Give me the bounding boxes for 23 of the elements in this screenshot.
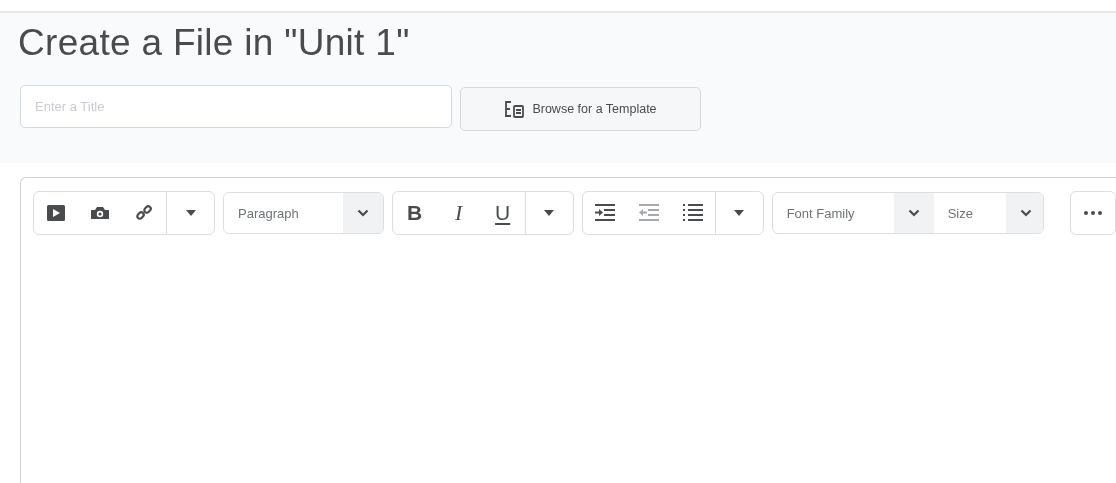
play-icon <box>47 205 65 221</box>
camera-icon <box>90 206 110 220</box>
list-icon <box>682 204 703 222</box>
caret-icon <box>734 210 745 216</box>
chevron-icon <box>907 209 920 217</box>
link-icon <box>135 204 153 222</box>
page-title: Create a File in "Unit 1" <box>18 22 411 64</box>
font-size-select[interactable]: Size <box>933 193 1044 233</box>
chevron-icon <box>356 209 369 217</box>
indent-icon <box>594 204 615 222</box>
underline-button[interactable]: U <box>480 192 525 234</box>
outdent-icon <box>638 204 659 222</box>
caret-icon <box>544 210 555 216</box>
font-family-select[interactable]: Font Family <box>772 193 934 233</box>
ellipsis-icon <box>1084 211 1103 215</box>
caret-icon <box>185 210 196 216</box>
bold-button[interactable]: B <box>392 192 437 234</box>
chevron-icon <box>1019 209 1032 217</box>
template-icon <box>504 100 527 118</box>
block-format-select[interactable]: Paragraph <box>223 192 384 234</box>
italic-button[interactable]: I <box>436 192 481 234</box>
editor-area[interactable]: Paragraph B I U Font Family Size <box>20 177 1116 483</box>
browse-template-button[interactable]: Browse for a Template <box>460 87 701 131</box>
